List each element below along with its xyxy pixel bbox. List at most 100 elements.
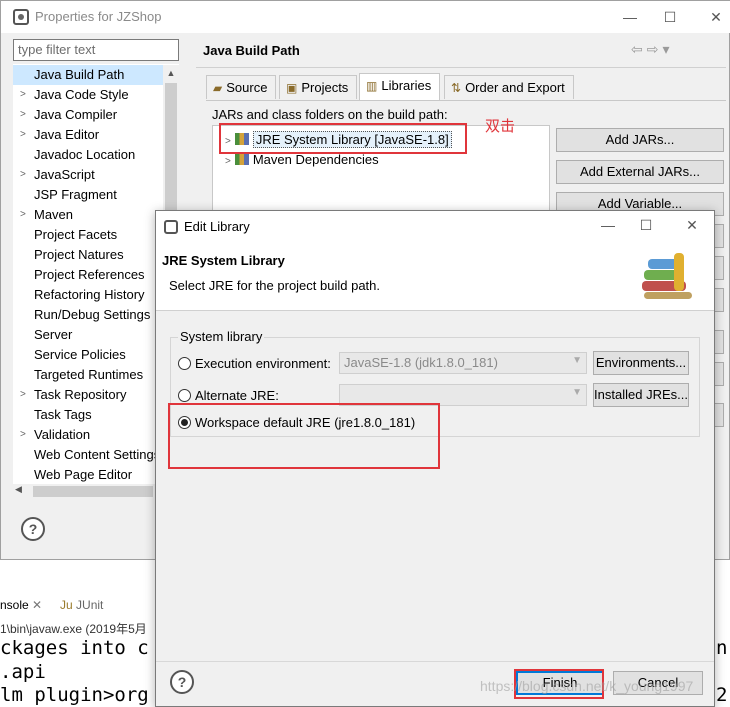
- close-icon[interactable]: ✕: [32, 598, 42, 612]
- expand-arrow-icon[interactable]: >: [20, 85, 26, 105]
- tree-item[interactable]: > Maven: [13, 205, 163, 225]
- tree-item[interactable]: Project References: [13, 265, 163, 285]
- tree-item[interactable]: > Validation: [13, 425, 163, 445]
- tree-item[interactable]: > Java Editor: [13, 125, 163, 145]
- tree-item[interactable]: Web Content Settings: [13, 445, 163, 465]
- tree-item-label: Javadoc Location: [34, 147, 136, 162]
- tree-item-label: Targeted Runtimes: [34, 367, 144, 382]
- highlight-box-workspace-jre: [168, 403, 440, 469]
- filter-input[interactable]: type filter text: [13, 39, 179, 61]
- console-line: lm plugin>org: [0, 684, 149, 706]
- tree-item[interactable]: > Java Code Style: [13, 85, 163, 105]
- panel-title: Java Build Path: [203, 43, 300, 58]
- tree-item[interactable]: Project Facets: [13, 225, 163, 245]
- scroll-left-icon[interactable]: ◀: [15, 484, 22, 495]
- tree-item-label: Run/Debug Settings: [34, 307, 151, 322]
- help-icon[interactable]: ?: [170, 670, 194, 694]
- console-process-path: 1\bin\javaw.exe (2019年5月: [0, 622, 147, 636]
- tree-item-label: Java Build Path: [34, 67, 125, 82]
- tab-order-and-export[interactable]: ⇅ Order and Export: [444, 75, 574, 99]
- tree-item-label: Task Repository: [34, 387, 127, 402]
- tab-source[interactable]: ▰ Source: [206, 75, 277, 99]
- radio-execution-environment[interactable]: Execution environment:: [178, 356, 331, 371]
- tree-horizontal-scrollbar[interactable]: ◀: [13, 484, 163, 499]
- tree-item[interactable]: Project Natures: [13, 245, 163, 265]
- dialog-header: Edit Library — ☐ ✕ JRE System Library Se…: [156, 211, 714, 311]
- close-icon[interactable]: ✕: [704, 7, 728, 27]
- console-line: ckages into c: [0, 637, 149, 659]
- execution-environment-select[interactable]: JavaSE-1.8 (jdk1.8.0_181) ▼: [339, 352, 587, 374]
- tree-item-label: Project Natures: [34, 247, 124, 262]
- order-export-icon: ⇅: [451, 81, 462, 95]
- expand-arrow-icon[interactable]: >: [20, 165, 26, 185]
- tree-item-label: Java Editor: [34, 127, 100, 142]
- console-line-tail: 2: [716, 684, 728, 706]
- close-icon[interactable]: ✕: [680, 215, 704, 235]
- eclipse-icon: [13, 9, 29, 25]
- chevron-down-icon: ▼: [572, 387, 582, 398]
- tab-projects[interactable]: ▣ Projects: [279, 75, 358, 99]
- add-jars-button[interactable]: Add JARs...: [556, 128, 724, 152]
- double-click-annotation: 双击: [485, 118, 516, 135]
- dialog-header-title: JRE System Library: [162, 253, 285, 268]
- tree-item[interactable]: > Java Compiler: [13, 105, 163, 125]
- tree-item-label: Java Compiler: [34, 107, 118, 122]
- highlight-box-library: [219, 123, 467, 154]
- radio-button[interactable]: [178, 357, 191, 370]
- group-label: System library: [178, 329, 265, 344]
- scroll-up-icon[interactable]: ▲: [163, 65, 179, 81]
- divider: [196, 67, 726, 68]
- eclipse-icon: [164, 220, 178, 234]
- minimize-icon[interactable]: —: [618, 7, 642, 27]
- expand-arrow-icon[interactable]: >: [20, 385, 26, 405]
- tree-item[interactable]: > JavaScript: [13, 165, 163, 185]
- library-icon: [234, 153, 249, 165]
- tree-item[interactable]: Refactoring History: [13, 285, 163, 305]
- tab-junit[interactable]: Ju JUnit: [60, 598, 103, 612]
- tree-item-label: JSP Fragment: [34, 187, 117, 202]
- add-external-jars-button[interactable]: Add External JARs...: [556, 160, 724, 184]
- tree-item[interactable]: Task Tags: [13, 405, 163, 425]
- forward-icon[interactable]: ⇨: [647, 41, 663, 57]
- maximize-icon[interactable]: ☐: [634, 215, 658, 235]
- scroll-thumb[interactable]: [33, 486, 153, 497]
- tree-item-label: Maven: [34, 207, 74, 222]
- maximize-icon[interactable]: ☐: [658, 7, 682, 27]
- tree-item-label: Service Policies: [34, 347, 126, 362]
- libraries-icon: ▥: [366, 79, 378, 93]
- expand-arrow-icon[interactable]: >: [20, 205, 26, 225]
- tree-item[interactable]: Server: [13, 325, 163, 345]
- console-line: .api: [0, 661, 46, 683]
- tree-item-label: Project Facets: [34, 227, 118, 242]
- installed-jres-button[interactable]: Installed JREs...: [593, 383, 689, 407]
- help-icon[interactable]: ?: [21, 517, 45, 541]
- projects-icon: ▣: [286, 81, 298, 95]
- tab-libraries[interactable]: ▥ Libraries: [359, 73, 441, 101]
- chevron-down-icon: ▼: [572, 355, 582, 366]
- dialog-title: Edit Library: [184, 219, 250, 234]
- tree-item[interactable]: Targeted Runtimes: [13, 365, 163, 385]
- tree-item[interactable]: Run/Debug Settings: [13, 305, 163, 325]
- back-icon[interactable]: ⇦: [631, 41, 647, 57]
- tree-item[interactable]: > Task Repository: [13, 385, 163, 405]
- tree-item[interactable]: Javadoc Location: [13, 145, 163, 165]
- tree-item[interactable]: JSP Fragment: [13, 185, 163, 205]
- nav-arrows[interactable]: ⇦⇨▾: [631, 41, 674, 58]
- tree-item[interactable]: Service Policies: [13, 345, 163, 365]
- radio-alternate-jre[interactable]: Alternate JRE:: [178, 388, 279, 403]
- tab-console[interactable]: nsole ✕: [0, 598, 42, 612]
- window-title: Properties for JZShop: [35, 9, 162, 24]
- console-line-tail: n: [716, 637, 728, 659]
- environments-button[interactable]: Environments...: [593, 351, 689, 375]
- edit-library-dialog: Edit Library — ☐ ✕ JRE System Library Se…: [155, 210, 715, 707]
- tree-item[interactable]: Java Build Path: [13, 65, 163, 85]
- menu-down-icon[interactable]: ▾: [662, 41, 673, 57]
- minimize-icon[interactable]: —: [596, 215, 620, 235]
- expand-arrow-icon[interactable]: >: [20, 425, 26, 445]
- expand-arrow-icon[interactable]: >: [20, 105, 26, 125]
- tree-item[interactable]: Web Page Editor: [13, 465, 163, 485]
- expand-arrow-icon[interactable]: >: [20, 125, 26, 145]
- expand-arrow-icon[interactable]: >: [225, 156, 231, 167]
- radio-button[interactable]: [178, 389, 191, 402]
- tree-item-label: Web Content Settings: [34, 447, 161, 462]
